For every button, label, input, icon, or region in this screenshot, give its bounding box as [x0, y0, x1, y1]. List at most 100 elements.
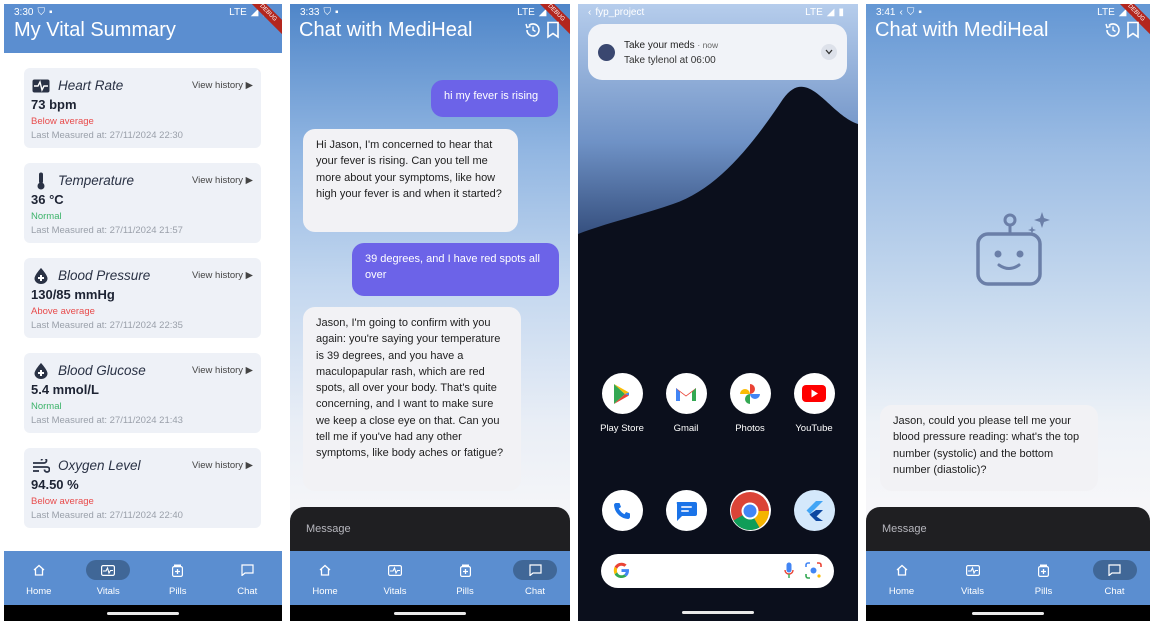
status-app-label: fyp_project	[595, 7, 645, 18]
nav-home[interactable]: Home	[866, 551, 937, 605]
vital-card-temperature[interactable]: Temperature View history ▶ 36 °C Normal …	[24, 163, 261, 243]
vital-last-measured: Last Measured at: 27/11/2024 22:35	[31, 320, 183, 331]
app-gmail[interactable]: Gmail	[656, 373, 716, 434]
heart-rate-icon	[32, 78, 50, 94]
chat-screen: 3:33⛉▪ LTE◢▮ DEBUG Chat with MediHeal hi…	[290, 4, 570, 621]
pills-icon	[156, 560, 200, 580]
vital-last-measured: Last Measured at: 27/11/2024 21:43	[31, 415, 183, 426]
vital-last-measured: Last Measured at: 27/11/2024 21:57	[31, 225, 183, 236]
view-history-link[interactable]: View history ▶	[192, 460, 253, 471]
notification-title-row: Take your meds · now	[624, 40, 718, 51]
nav-chat[interactable]: Chat	[213, 551, 283, 605]
app-notification-icon	[598, 44, 615, 61]
app-photos[interactable]: Photos	[720, 373, 780, 434]
back-arrow-icon[interactable]: ‹	[588, 7, 591, 18]
bookmark-icon[interactable]	[546, 21, 560, 44]
status-shield-icon: ⛉	[906, 7, 915, 18]
status-time: 3:33	[300, 7, 320, 18]
vital-summary-screen: 3:30⛉▪ LTE◢▮ DEBUG My Vital Summary Hear…	[4, 4, 282, 621]
gesture-bar	[290, 605, 570, 621]
youtube-icon	[793, 373, 835, 414]
vitals-icon	[951, 560, 995, 580]
vital-name: Temperature	[58, 173, 135, 188]
nav-chat[interactable]: Chat	[500, 551, 570, 605]
nav-home[interactable]: Home	[4, 551, 74, 605]
history-icon[interactable]	[1104, 21, 1122, 44]
bottom-nav: Home Vitals Pills Chat	[866, 551, 1150, 621]
vital-value: 94.50 %	[31, 477, 79, 492]
message-input[interactable]	[866, 507, 1150, 551]
gesture-bar	[682, 611, 754, 614]
status-bar: 3:33⛉▪ LTE◢▮	[290, 4, 570, 20]
flutter-icon	[793, 490, 835, 531]
nav-label: Vitals	[96, 586, 120, 597]
bookmark-icon[interactable]	[1126, 21, 1140, 44]
vital-status: Normal	[31, 211, 62, 222]
nav-vitals[interactable]: Vitals	[937, 551, 1008, 605]
status-sim-icon: ▪	[334, 7, 339, 18]
message-input[interactable]	[290, 507, 570, 551]
vital-name: Oxygen Level	[58, 458, 141, 473]
home-icon	[880, 560, 924, 580]
google-search-bar[interactable]	[601, 554, 834, 588]
nav-vitals[interactable]: Vitals	[360, 551, 430, 605]
nav-label: Vitals	[960, 586, 985, 597]
photos-icon	[729, 373, 771, 414]
nav-label: Vitals	[383, 586, 407, 597]
chevron-down-icon[interactable]	[821, 44, 837, 60]
nav-label: Chat	[1104, 586, 1125, 597]
status-network: LTE	[1097, 7, 1115, 18]
app-phone[interactable]	[592, 490, 652, 531]
view-history-link[interactable]: View history ▶	[192, 80, 253, 91]
vital-card-oxygen-level[interactable]: Oxygen Level View history ▶ 94.50 % Belo…	[24, 448, 261, 528]
app-label: YouTube	[795, 423, 833, 434]
app-youtube[interactable]: YouTube	[784, 373, 844, 434]
history-icon[interactable]	[524, 21, 542, 44]
status-network: LTE	[805, 7, 823, 18]
app-label: Photos	[735, 423, 765, 434]
vital-last-measured: Last Measured at: 27/11/2024 22:40	[31, 510, 183, 521]
status-time: 3:41	[876, 7, 896, 18]
messages-icon	[665, 490, 707, 531]
vital-value: 5.4 mmol/L	[31, 382, 99, 397]
status-sim-icon: ▪	[918, 7, 922, 18]
nav-pills[interactable]: Pills	[1008, 551, 1079, 605]
bot-message: Hi Jason, I'm concerned to hear that you…	[303, 129, 518, 232]
vital-last-measured: Last Measured at: 27/11/2024 22:30	[31, 130, 183, 141]
signal-icon: ◢	[826, 7, 835, 18]
android-home-screen: ‹ fyp_project LTE ◢ ▮ Take your meds · now …	[578, 4, 858, 621]
nav-home[interactable]: Home	[290, 551, 360, 605]
status-bar: 3:30⛉▪ LTE◢▮	[4, 4, 282, 20]
status-network: LTE	[517, 7, 535, 18]
notification-title: Take your meds	[624, 40, 695, 51]
vital-card-heart-rate[interactable]: Heart Rate View history ▶ 73 bpm Below a…	[24, 68, 261, 148]
view-history-link[interactable]: View history ▶	[192, 270, 253, 281]
vital-name: Blood Glucose	[58, 363, 146, 378]
nav-pills[interactable]: Pills	[143, 551, 213, 605]
pills-icon	[443, 560, 487, 580]
notification-body: Take tylenol at 06:00	[624, 55, 716, 66]
microphone-icon[interactable]	[784, 562, 794, 585]
app-play-store[interactable]: Play Store	[592, 373, 652, 434]
nav-chat[interactable]: Chat	[1079, 551, 1150, 605]
nav-pills[interactable]: Pills	[430, 551, 500, 605]
robot-assistant-icon	[972, 208, 1056, 297]
vital-card-blood-glucose[interactable]: Blood Glucose View history ▶ 5.4 mmol/L …	[24, 353, 261, 433]
notification-card[interactable]: Take your meds · now Take tylenol at 06:…	[588, 24, 847, 80]
nav-label: Home	[312, 586, 338, 597]
view-history-link[interactable]: View history ▶	[192, 365, 253, 376]
app-chrome[interactable]	[720, 490, 780, 531]
bottom-nav: Home Vitals Pills Chat	[290, 551, 570, 621]
vital-card-blood-pressure[interactable]: Blood Pressure View history ▶ 130/85 mmH…	[24, 258, 261, 338]
app-messages[interactable]	[656, 490, 716, 531]
status-shield-icon: ⛉	[37, 7, 45, 18]
view-history-link[interactable]: View history ▶	[192, 175, 253, 186]
gesture-bar	[4, 605, 282, 621]
app-flutter-project[interactable]	[784, 490, 844, 531]
vitals-icon	[373, 560, 417, 580]
play-store-icon	[601, 373, 643, 414]
lens-icon[interactable]	[805, 562, 822, 584]
thermometer-icon	[32, 172, 50, 190]
nav-vitals[interactable]: Vitals	[74, 551, 144, 605]
status-bar: 3:41‹⛉▪ LTE◢▮	[866, 4, 1150, 20]
